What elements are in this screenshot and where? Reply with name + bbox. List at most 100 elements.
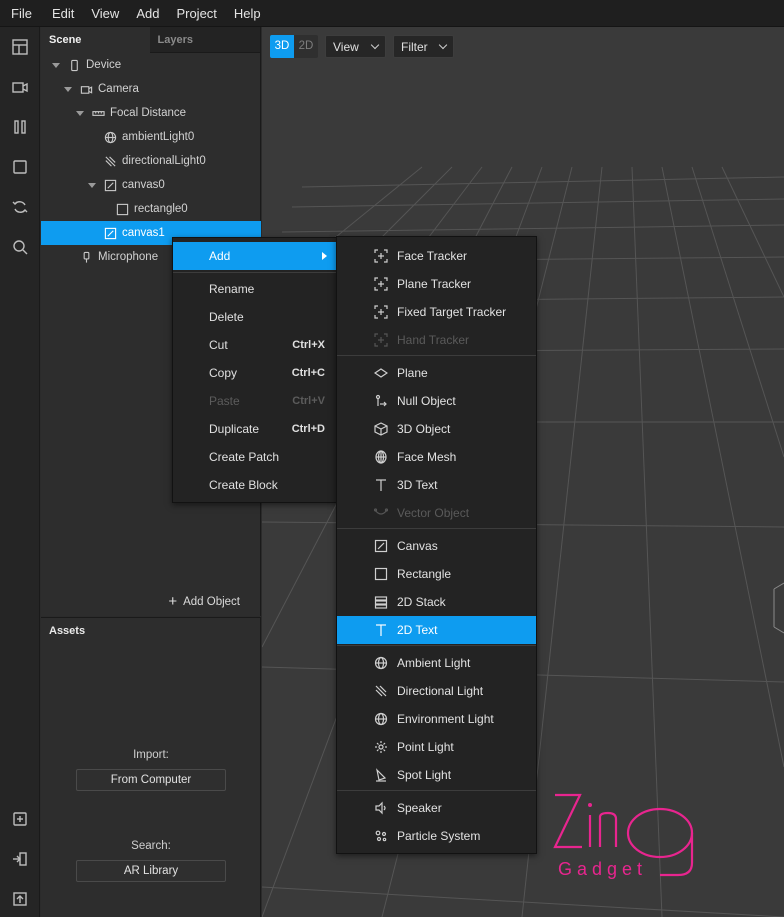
mode-3d-button[interactable]: 3D: [270, 35, 294, 58]
import-icon[interactable]: [10, 849, 30, 869]
divider: [337, 645, 536, 646]
context-menu-add[interactable]: Add: [173, 242, 337, 270]
expand-arrow-icon[interactable]: [64, 86, 72, 92]
submenu-3d-object[interactable]: 3D Object: [337, 415, 536, 443]
tree-item-camera[interactable]: Camera: [41, 77, 261, 101]
menu-add[interactable]: Add: [136, 6, 159, 21]
tree-item-label: canvas0: [122, 179, 165, 191]
tree-item-label: rectangle0: [134, 203, 188, 215]
export-icon[interactable]: [10, 889, 30, 909]
submenu-face-mesh[interactable]: Face Mesh: [337, 443, 536, 471]
mode-2d-button[interactable]: 2D: [294, 35, 318, 58]
globe-icon: [373, 655, 389, 671]
submenu-label: Ambient Light: [397, 656, 471, 670]
menu-file[interactable]: File: [11, 6, 32, 21]
patch-icon[interactable]: [10, 117, 30, 137]
tab-scene[interactable]: Scene: [41, 27, 150, 53]
submenu-hand-tracker: Hand Tracker: [337, 326, 536, 354]
submenu-arrow-icon: [322, 252, 327, 260]
submenu-rectangle[interactable]: Rectangle: [337, 560, 536, 588]
context-menu-label: Duplicate: [209, 422, 260, 436]
ar-library-button[interactable]: AR Library: [76, 860, 226, 882]
submenu-label: Fixed Target Tracker: [397, 305, 507, 319]
plane-tracker-icon: [373, 276, 389, 292]
context-menu-label: Copy: [209, 366, 238, 380]
focal-distance-icon: [91, 106, 105, 120]
video-icon[interactable]: [10, 77, 30, 97]
menu-view[interactable]: View: [91, 6, 119, 21]
context-menu-rename[interactable]: Rename: [173, 275, 337, 303]
submenu-label: Speaker: [397, 801, 442, 815]
canvas-icon: [103, 226, 117, 240]
filter-dropdown[interactable]: Filter: [393, 35, 454, 58]
stack-icon: [373, 594, 389, 610]
submenu-speaker[interactable]: Speaker: [337, 794, 536, 822]
submenu-spot-light[interactable]: Spot Light: [337, 761, 536, 789]
submenu-face-tracker[interactable]: Face Tracker: [337, 242, 536, 270]
submenu-label: Directional Light: [397, 684, 484, 698]
submenu-point-light[interactable]: Point Light: [337, 733, 536, 761]
hand-tracker-icon: [373, 332, 389, 348]
menu-help[interactable]: Help: [234, 6, 261, 21]
menu-project[interactable]: Project: [176, 6, 216, 21]
layout-icon[interactable]: [10, 37, 30, 57]
tree-item-focal-distance[interactable]: Focal Distance: [41, 101, 261, 125]
expand-arrow-icon[interactable]: [52, 62, 60, 68]
tree-item-device[interactable]: Device: [41, 53, 261, 77]
view-dropdown-label: View: [333, 39, 359, 54]
tree-item-rectangle0[interactable]: rectangle0: [41, 197, 261, 221]
submenu-2d-text[interactable]: 2D Text: [337, 616, 536, 644]
device-icon: [67, 58, 81, 72]
sync-icon[interactable]: [10, 197, 30, 217]
context-menu-duplicate[interactable]: Duplicate Ctrl+D: [173, 415, 337, 443]
submenu-fixed-target-tracker[interactable]: Fixed Target Tracker: [337, 298, 536, 326]
context-menu-label: Delete: [209, 310, 244, 324]
submenu-directional-light[interactable]: Directional Light: [337, 677, 536, 705]
tree-item-canvas0[interactable]: canvas0: [41, 173, 261, 197]
tree-item-ambientlight0[interactable]: ambientLight0: [41, 125, 261, 149]
submenu-3d-text[interactable]: 3D Text: [337, 471, 536, 499]
submenu-label: Face Mesh: [397, 450, 457, 464]
context-menu-cut[interactable]: Cut Ctrl+X: [173, 331, 337, 359]
add-object-label: Add Object: [183, 595, 240, 608]
expand-arrow-icon[interactable]: [76, 110, 84, 116]
submenu-canvas[interactable]: Canvas: [337, 532, 536, 560]
camera-icon: [79, 82, 93, 96]
search-icon[interactable]: [10, 237, 30, 257]
square-icon[interactable]: [10, 157, 30, 177]
chevron-down-icon: [438, 40, 448, 50]
submenu-plane-tracker[interactable]: Plane Tracker: [337, 270, 536, 298]
menu-edit[interactable]: Edit: [52, 6, 74, 21]
divider: [173, 272, 337, 273]
submenu-environment-light[interactable]: Environment Light: [337, 705, 536, 733]
add-object-button[interactable]: + Add Object: [168, 593, 240, 610]
globe-icon: [373, 711, 389, 727]
context-menu-delete[interactable]: Delete: [173, 303, 337, 331]
context-menu-label: Create Patch: [209, 450, 280, 464]
context-menu-create-block[interactable]: Create Block: [173, 471, 337, 499]
from-computer-button[interactable]: From Computer: [76, 769, 226, 791]
submenu-2d-stack[interactable]: 2D Stack: [337, 588, 536, 616]
tree-item-directionallight0[interactable]: directionalLight0: [41, 149, 261, 173]
tree-item-label: Microphone: [98, 251, 159, 263]
submenu-null-object[interactable]: Null Object: [337, 387, 536, 415]
null-object-icon: [373, 393, 389, 409]
context-menu-copy[interactable]: Copy Ctrl+C: [173, 359, 337, 387]
context-menu-create-patch[interactable]: Create Patch: [173, 443, 337, 471]
tree-item-label: directionalLight0: [122, 155, 206, 167]
rectangle-icon: [115, 202, 129, 216]
view-dropdown[interactable]: View: [325, 35, 386, 58]
context-menu-label: Paste: [209, 394, 240, 408]
divider: [337, 355, 536, 356]
microphone-icon: [79, 250, 93, 264]
expand-arrow-icon[interactable]: [88, 182, 96, 188]
rectangle-icon: [373, 566, 389, 582]
cube-icon: [373, 421, 389, 437]
submenu-particle-system[interactable]: Particle System: [337, 822, 536, 850]
tab-layers[interactable]: Layers: [149, 27, 260, 53]
submenu-ambient-light[interactable]: Ambient Light: [337, 649, 536, 677]
add-folder-icon[interactable]: [10, 809, 30, 829]
tree-item-label: ambientLight0: [122, 131, 195, 143]
submenu-plane[interactable]: Plane: [337, 359, 536, 387]
text-icon: [373, 622, 389, 638]
